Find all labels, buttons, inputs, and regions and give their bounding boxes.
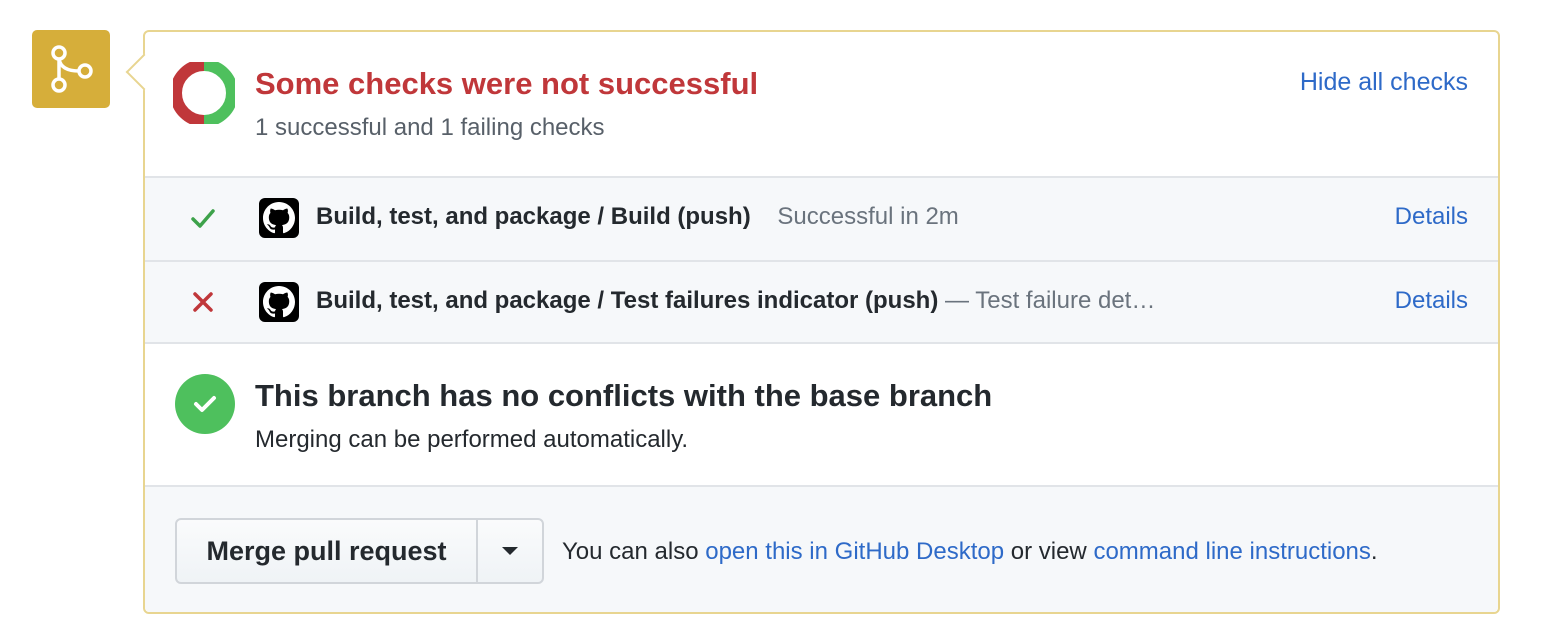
checks-header: Some checks were not successful 1 succes…: [145, 32, 1498, 176]
check-row: Build, test, and package / Test failures…: [145, 260, 1498, 345]
merge-pull-request-button[interactable]: Merge pull request: [177, 520, 478, 582]
merge-button-group: Merge pull request: [175, 518, 544, 584]
merge-text-prefix: You can also: [562, 538, 699, 565]
merge-text-middle: or view: [1010, 538, 1087, 565]
merge-text-suffix: .: [1370, 538, 1378, 565]
caret-down-icon: [502, 547, 518, 555]
checks-title: Some checks were not successful: [255, 66, 759, 101]
hide-all-checks-link[interactable]: Hide all checks: [1300, 68, 1468, 97]
details-link[interactable]: Details: [1395, 203, 1468, 231]
open-in-desktop-link[interactable]: open this in GitHub Desktop: [705, 538, 1004, 565]
check-description: — Test failure det…: [945, 287, 1156, 314]
check-name: Build, test, and package / Build (push) …: [316, 203, 959, 231]
check-status-donut-icon: [173, 62, 235, 124]
git-merge-icon: [32, 30, 110, 108]
command-line-instructions-link[interactable]: command line instructions: [1093, 538, 1370, 565]
merge-status-panel: Some checks were not successful 1 succes…: [125, 30, 1500, 614]
conflict-status: This branch has no conflicts with the ba…: [145, 342, 1498, 487]
details-link[interactable]: Details: [1395, 287, 1468, 315]
check-description: Successful in 2m: [777, 203, 959, 230]
x-icon: [193, 292, 213, 312]
check-row: Build, test, and package / Build (push) …: [145, 176, 1498, 261]
check-icon: [191, 209, 215, 228]
github-actions-icon: [259, 282, 299, 322]
check-name-text: Build, test, and package / Test failures…: [316, 287, 939, 314]
checks-summary: 1 successful and 1 failing checks: [255, 114, 605, 141]
merge-area: Merge pull request You can also open thi…: [145, 485, 1498, 612]
conflict-title: This branch has no conflicts with the ba…: [255, 378, 993, 413]
check-name: Build, test, and package / Test failures…: [316, 287, 1155, 315]
conflict-subtitle: Merging can be performed automatically.: [255, 426, 689, 453]
merge-alternatives-text: You can also open this in GitHub Desktop…: [562, 538, 1378, 566]
success-circle-icon: [175, 374, 235, 434]
check-name-text: Build, test, and package / Build (push): [316, 203, 751, 230]
github-actions-icon: [259, 198, 299, 238]
merge-options-dropdown[interactable]: [478, 520, 542, 582]
